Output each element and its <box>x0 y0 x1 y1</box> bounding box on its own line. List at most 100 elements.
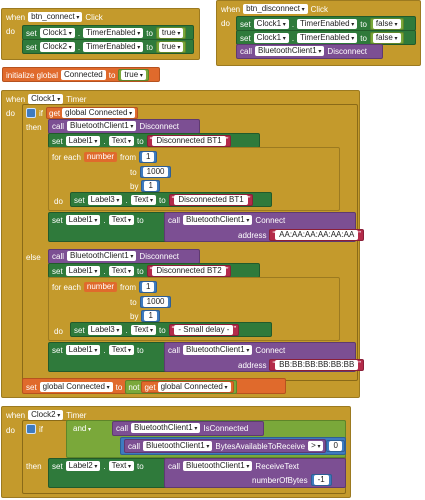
component-dropdown[interactable]: BluetoothClient1 <box>183 345 253 355</box>
method-name: Disconnect <box>139 121 179 131</box>
text-value-field[interactable]: Disconnected BT1 <box>152 136 226 146</box>
component-dropdown[interactable]: Label1 <box>65 215 101 225</box>
number-field[interactable]: 1 <box>142 152 155 162</box>
set-keyword: set <box>26 42 37 52</box>
address-field[interactable]: BB:BB:BB:BB:BB:BB <box>275 360 359 370</box>
logic-true-block[interactable]: true <box>155 41 187 53</box>
property-dropdown[interactable]: Text <box>130 325 156 335</box>
component-dropdown[interactable]: Label3 <box>87 325 123 335</box>
property-dropdown[interactable]: Text <box>130 195 156 205</box>
address-field[interactable]: AA:AA:AA:AA:AA:AA <box>275 230 359 240</box>
by-row: by 1 <box>130 310 160 322</box>
loop-variable-field[interactable]: number <box>83 152 118 162</box>
text-block[interactable]: “Disconnected BT1” <box>146 135 232 147</box>
number-block[interactable]: 1 <box>139 281 158 293</box>
boolean-value[interactable]: false <box>372 33 401 43</box>
loop-variable-field[interactable]: number <box>83 282 118 292</box>
boolean-value[interactable]: true <box>158 42 184 52</box>
set-row: set Label1 . Text to <box>52 345 144 355</box>
when-keyword: when <box>6 410 26 420</box>
property-dropdown[interactable]: Text <box>108 136 134 146</box>
for-row: for each number from 1 <box>52 281 158 293</box>
compare-operator-dropdown[interactable]: > <box>308 441 324 451</box>
number-field[interactable]: 1 <box>144 181 157 191</box>
number-field[interactable]: 1 <box>142 282 155 292</box>
number-field[interactable]: 1000 <box>142 297 169 307</box>
number-block[interactable]: 0 <box>326 440 345 452</box>
component-dropdown[interactable]: Clock2 <box>28 410 64 420</box>
text-value-field[interactable]: Disconnected BT2 <box>152 266 226 276</box>
not-keyword: not <box>128 382 140 392</box>
dot: . <box>103 266 106 276</box>
logic-false-block[interactable]: false <box>369 18 404 30</box>
text-block[interactable]: “ - Small delay - ” <box>168 324 240 336</box>
and-operator-dropdown[interactable]: and <box>70 424 95 434</box>
property-dropdown[interactable]: Text <box>108 215 134 225</box>
number-field[interactable]: 1000 <box>142 167 169 177</box>
address-label: address <box>238 230 267 240</box>
component-dropdown[interactable]: BluetoothClient1 <box>255 46 325 56</box>
variable-dropdown[interactable]: global Connected <box>62 108 136 118</box>
text-block[interactable]: “Disconnected BT1” <box>168 194 254 206</box>
component-dropdown[interactable]: Clock1 <box>39 28 75 38</box>
logic-true-block[interactable]: true <box>118 69 149 81</box>
component-dropdown[interactable]: BluetoothClient1 <box>183 215 253 225</box>
component-dropdown[interactable]: BluetoothClient1 <box>131 423 201 433</box>
not-block[interactable]: not get global Connected <box>125 380 237 394</box>
text-block[interactable]: “BB:BB:BB:BB:BB:BB” <box>269 359 364 371</box>
text-block[interactable]: “Disconnected BT2” <box>146 265 232 277</box>
component-dropdown[interactable]: Label1 <box>65 266 101 276</box>
dot: . <box>103 215 106 225</box>
component-dropdown[interactable]: Clock1 <box>253 33 289 43</box>
call-keyword: call <box>168 215 181 225</box>
gear-icon[interactable] <box>26 108 36 118</box>
set-keyword: set <box>52 215 63 225</box>
component-dropdown[interactable]: Clock1 <box>28 94 64 104</box>
boolean-value[interactable]: true <box>121 70 146 80</box>
text-value-field[interactable]: - Small delay - <box>174 325 234 335</box>
number-block[interactable]: 1 <box>141 310 160 322</box>
number-field[interactable]: 1 <box>144 311 157 321</box>
component-dropdown[interactable]: Label1 <box>65 136 101 146</box>
component-dropdown[interactable]: BluetoothClient1 <box>67 251 137 261</box>
component-dropdown[interactable]: Clock2 <box>39 42 75 52</box>
set-keyword: set <box>26 28 37 38</box>
component-dropdown[interactable]: BluetoothClient1 <box>143 441 213 451</box>
property-dropdown[interactable]: TimerEnabled <box>297 19 358 29</box>
component-dropdown[interactable]: Label1 <box>65 345 101 355</box>
set-keyword: set <box>240 19 251 29</box>
get-variable-block[interactable]: get global Connected <box>141 381 234 393</box>
gear-icon[interactable] <box>26 424 36 434</box>
number-block[interactable]: -1 <box>310 474 332 486</box>
property-dropdown[interactable]: Text <box>108 266 134 276</box>
variable-dropdown[interactable]: global Connected <box>157 382 231 392</box>
text-value-field[interactable]: Disconnected BT1 <box>174 195 248 205</box>
boolean-value[interactable]: true <box>158 28 184 38</box>
component-dropdown[interactable]: BluetoothClient1 <box>67 121 137 131</box>
component-dropdown[interactable]: BluetoothClient1 <box>183 461 253 471</box>
boolean-value[interactable]: false <box>372 19 401 29</box>
component-dropdown[interactable]: btn_disconnect <box>243 4 308 14</box>
component-dropdown[interactable]: btn_connect <box>28 12 83 22</box>
number-field[interactable]: -1 <box>313 475 329 485</box>
number-block[interactable]: 1 <box>141 180 160 192</box>
logic-true-block[interactable]: true <box>155 27 187 39</box>
property-dropdown[interactable]: TimerEnabled <box>83 28 144 38</box>
component-dropdown[interactable]: Label3 <box>87 195 123 205</box>
property-dropdown[interactable]: Text <box>108 461 134 471</box>
get-variable-block[interactable]: get global Connected <box>46 107 139 119</box>
set-keyword: set <box>52 461 63 471</box>
component-dropdown[interactable]: Clock1 <box>253 19 289 29</box>
variable-name-field[interactable]: Connected <box>61 70 106 80</box>
component-dropdown[interactable]: Label2 <box>65 461 101 471</box>
number-block[interactable]: 1000 <box>139 296 172 308</box>
property-dropdown[interactable]: TimerEnabled <box>297 33 358 43</box>
number-field[interactable]: 0 <box>329 441 342 451</box>
variable-dropdown[interactable]: global Connected <box>39 382 113 392</box>
logic-false-block[interactable]: false <box>369 32 404 44</box>
number-block[interactable]: 1 <box>139 151 158 163</box>
property-dropdown[interactable]: Text <box>108 345 134 355</box>
text-block[interactable]: “AA:AA:AA:AA:AA:AA” <box>269 229 364 241</box>
number-block[interactable]: 1000 <box>139 166 172 178</box>
property-dropdown[interactable]: TimerEnabled <box>83 42 144 52</box>
